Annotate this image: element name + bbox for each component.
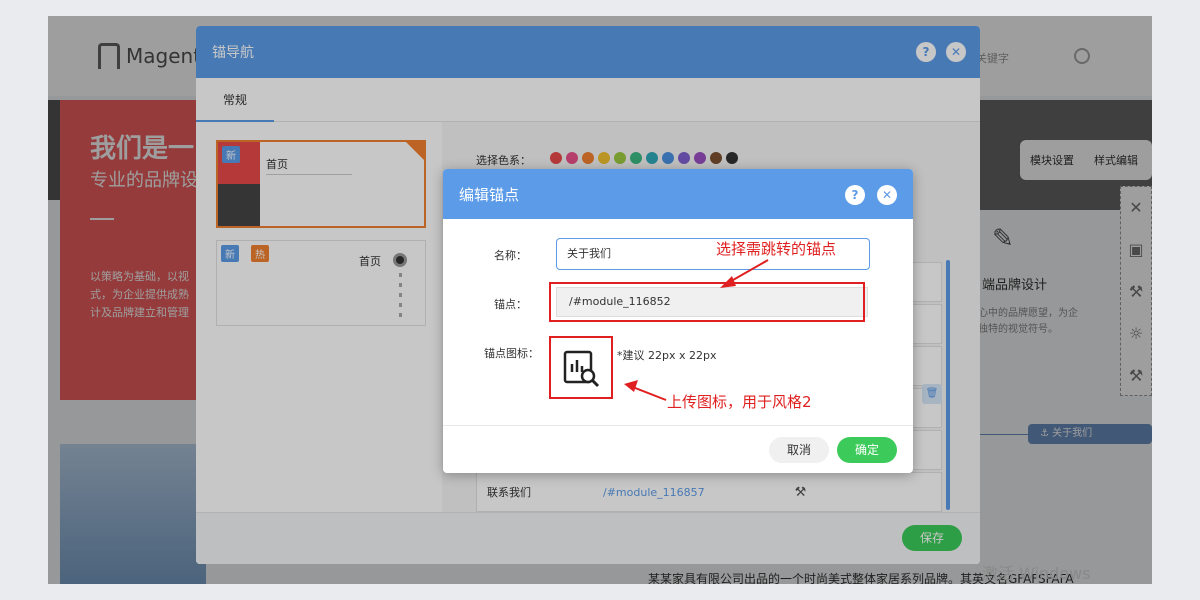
dialog-header: 编辑锚点 ? ✕: [443, 169, 913, 219]
annotation-arrows: [624, 259, 769, 401]
name-label: 名称：: [494, 249, 527, 262]
close-icon[interactable]: ✕: [877, 185, 897, 205]
arrow-line: [629, 385, 667, 401]
cancel-button[interactable]: 取消: [769, 437, 829, 463]
report-search-icon: [563, 350, 600, 388]
help-icon[interactable]: ?: [845, 185, 865, 205]
anchor-label: 锚点：: [494, 298, 527, 311]
arrow-head: [720, 276, 736, 288]
icon-label: 锚点图标：: [484, 347, 539, 360]
dialog-title: 编辑锚点: [459, 185, 520, 204]
dialog-footer: 取消 确定: [443, 425, 913, 473]
confirm-button[interactable]: 确定: [837, 437, 897, 463]
arrow-head: [624, 380, 638, 392]
